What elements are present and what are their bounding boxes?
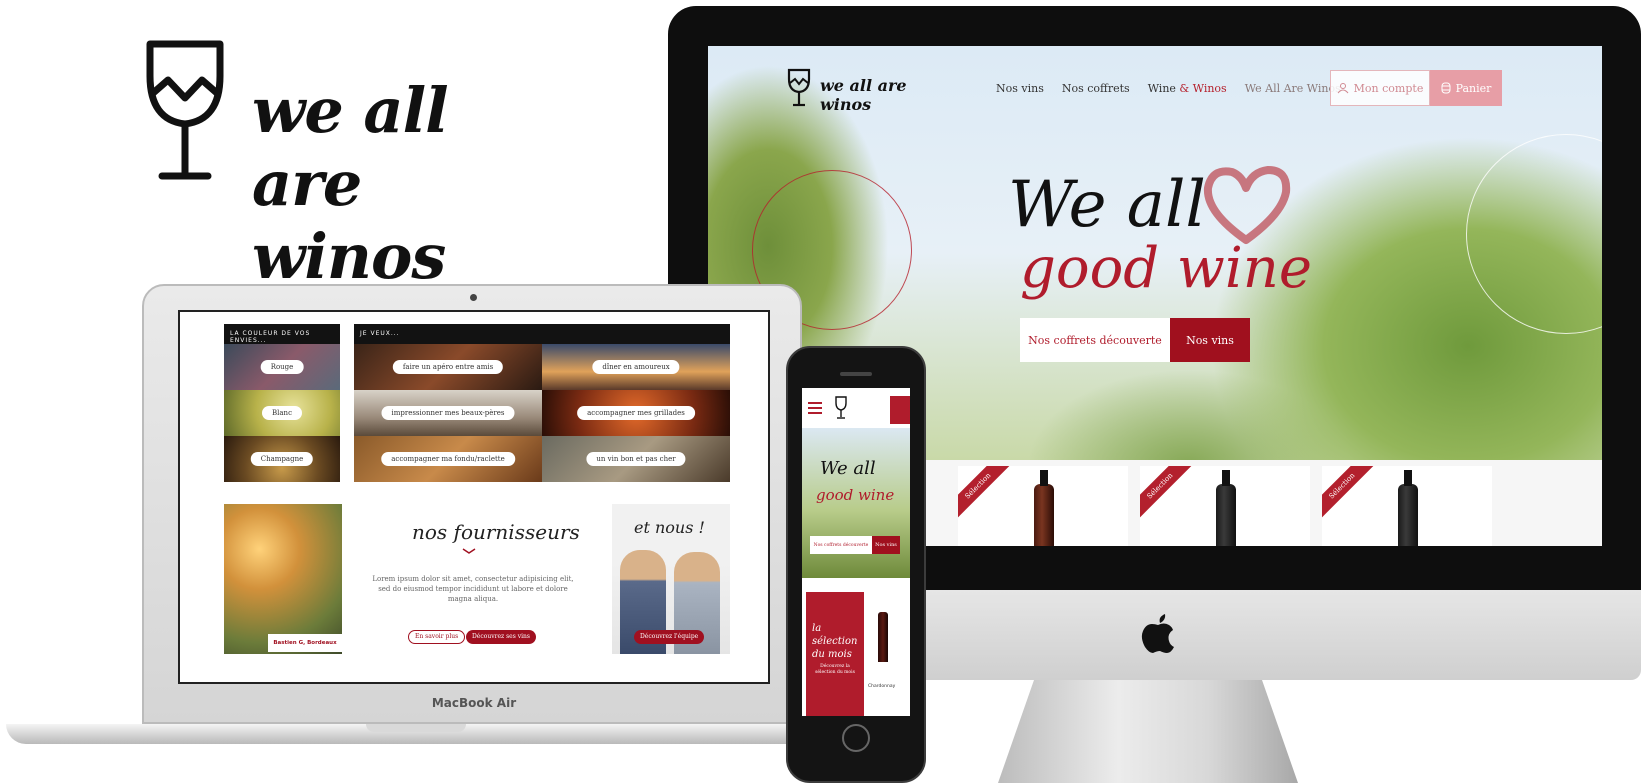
- color-pill: Champagne: [250, 452, 314, 466]
- site-logo-text: we all are winos: [820, 76, 907, 114]
- mobile-hero-line1: We all: [820, 458, 876, 479]
- mobile-header: [802, 388, 910, 428]
- color-pill: Rouge: [260, 360, 304, 374]
- mobile-wines-button[interactable]: Nos vins: [872, 536, 900, 554]
- macbook-device: LA COULEUR DE VOS ENVIES... Rouge Blanc …: [6, 284, 824, 780]
- iphone-screen: We all good wine Nos coffrets découverte…: [802, 388, 910, 716]
- nav-item-wine-winos[interactable]: Wine & Winos: [1148, 82, 1227, 95]
- nav-item-nos-coffrets[interactable]: Nos coffrets: [1062, 82, 1130, 95]
- imac-stand: [998, 680, 1298, 783]
- product-card[interactable]: Sélection: [1140, 466, 1310, 546]
- want-pill: faire un apéro entre amis: [392, 360, 504, 374]
- want-tile[interactable]: accompagner mes grillades: [542, 390, 730, 436]
- want-pill: accompagner ma fondu/raclette: [381, 452, 515, 466]
- mobile-selection-card[interactable]: la sélection du mois Découvrez la sélect…: [806, 592, 864, 716]
- nav-wine-label: Wine: [1147, 82, 1176, 95]
- nav-item-nos-vins[interactable]: Nos vins: [996, 82, 1044, 95]
- color-tile-champagne[interactable]: Champagne: [224, 436, 340, 482]
- cart-label: Panier: [1455, 81, 1492, 95]
- macbook-label: MacBook Air: [431, 696, 517, 710]
- want-pill: un vin bon et pas cher: [586, 452, 686, 466]
- macbook-screen: LA COULEUR DE VOS ENVIES... Rouge Blanc …: [178, 310, 770, 684]
- nav-item-we-all-are-winos[interactable]: We All Are Winos: [1245, 82, 1341, 95]
- selection-ribbon: Sélection: [1322, 466, 1384, 528]
- camera-icon: [470, 294, 477, 301]
- user-icon: [1337, 83, 1349, 94]
- suppliers-card: Bastien G, Bordeaux nos fournisseurs Lor…: [224, 504, 600, 654]
- color-column-heading: LA COULEUR DE VOS ENVIES...: [224, 324, 340, 344]
- supplier-caption: Bastien G, Bordeaux: [268, 634, 342, 652]
- want-tile[interactable]: impressionner mes beaux-pères: [354, 390, 542, 436]
- mobile-product-badge: Chardonnay: [868, 684, 896, 689]
- hero-title-line2: good wine: [1020, 236, 1312, 301]
- want-tile[interactable]: faire un apéro entre amis: [354, 344, 542, 390]
- hamburger-icon[interactable]: [808, 402, 822, 414]
- cart-button[interactable]: Panier: [1430, 70, 1502, 106]
- hero-title-line1: We all: [1008, 168, 1206, 242]
- hero-wines-button[interactable]: Nos vins: [1170, 318, 1250, 362]
- want-tile[interactable]: dîner en amoureux: [542, 344, 730, 390]
- home-button[interactable]: [842, 724, 870, 752]
- want-tile[interactable]: un vin bon et pas cher: [542, 436, 730, 482]
- wine-glass-icon: [146, 40, 224, 180]
- mobile-selection-text: Découvrez la sélection du mois: [815, 664, 855, 675]
- wine-glass-icon: [787, 68, 811, 107]
- color-tile-rouge[interactable]: Rouge: [224, 344, 340, 390]
- hero-discover-boxes-button[interactable]: Nos coffrets découverte: [1020, 318, 1170, 362]
- barrel-icon: [1441, 82, 1451, 94]
- want-pill: accompagner mes grillades: [577, 406, 695, 420]
- brand-wordmark: we all are winos: [252, 74, 449, 293]
- mobile-hero-line2: good wine: [816, 486, 895, 504]
- account-label: Mon compte: [1353, 81, 1424, 95]
- wine-bottle-image: [1398, 470, 1418, 546]
- wine-bottle-image: [878, 612, 888, 662]
- selection-ribbon: Sélection: [1140, 466, 1202, 528]
- wine-bottle-image: [1034, 470, 1054, 546]
- wine-glass-icon: [835, 396, 847, 419]
- learn-more-button[interactable]: En savoir plus: [408, 630, 466, 644]
- nav-winos-label: Winos: [1192, 82, 1227, 95]
- want-tile[interactable]: accompagner ma fondu/raclette: [354, 436, 542, 482]
- main-nav: Nos vins Nos coffrets Wine & Winos We Al…: [996, 82, 1341, 95]
- site-header: we all are winos Nos vins Nos coffrets W…: [708, 66, 1602, 116]
- brand-logo: we all are winos: [140, 40, 560, 293]
- supplier-photo: Bastien G, Bordeaux: [224, 504, 342, 654]
- account-button[interactable]: Mon compte: [1330, 70, 1430, 106]
- header-actions: Mon compte Panier: [1330, 70, 1502, 106]
- suppliers-title: nos fournisseurs: [412, 520, 580, 544]
- iphone-speaker: [840, 372, 872, 376]
- site-logo[interactable]: we all are winos: [786, 68, 926, 114]
- mobile-discover-button[interactable]: Nos coffrets découverte: [810, 536, 872, 554]
- meet-team-button[interactable]: Découvrez l'équipe: [634, 630, 705, 644]
- mobile-cart-button[interactable]: [890, 396, 910, 424]
- chevron-down-icon: [462, 548, 476, 554]
- color-tile-blanc[interactable]: Blanc: [224, 390, 340, 436]
- product-card[interactable]: Sélection: [958, 466, 1128, 546]
- team-card: et nous ! Découvrez l'équipe: [612, 504, 730, 654]
- nav-ampersand: &: [1179, 82, 1190, 95]
- suppliers-text: Lorem ipsum dolor sit amet, consectetur …: [372, 575, 574, 603]
- selection-ribbon: Sélection: [958, 466, 1020, 528]
- discover-wines-button[interactable]: Découvrez ses vins: [466, 630, 536, 644]
- team-title: et nous !: [634, 518, 705, 537]
- macbook-lid: LA COULEUR DE VOS ENVIES... Rouge Blanc …: [142, 284, 802, 724]
- iphone-device: We all good wine Nos coffrets découverte…: [786, 346, 926, 783]
- apple-logo-icon: [1141, 614, 1174, 653]
- product-card[interactable]: Sélection: [1322, 466, 1492, 546]
- macbook-notch: [366, 724, 466, 732]
- wants-column-heading: JE VEUX...: [354, 324, 730, 344]
- wine-bottle-image: [1216, 470, 1236, 546]
- mobile-selection-title: la sélection du mois: [812, 623, 858, 660]
- want-pill: dîner en amoureux: [592, 360, 680, 374]
- want-pill: impressionner mes beaux-pères: [381, 406, 515, 420]
- color-pill: Blanc: [262, 406, 302, 420]
